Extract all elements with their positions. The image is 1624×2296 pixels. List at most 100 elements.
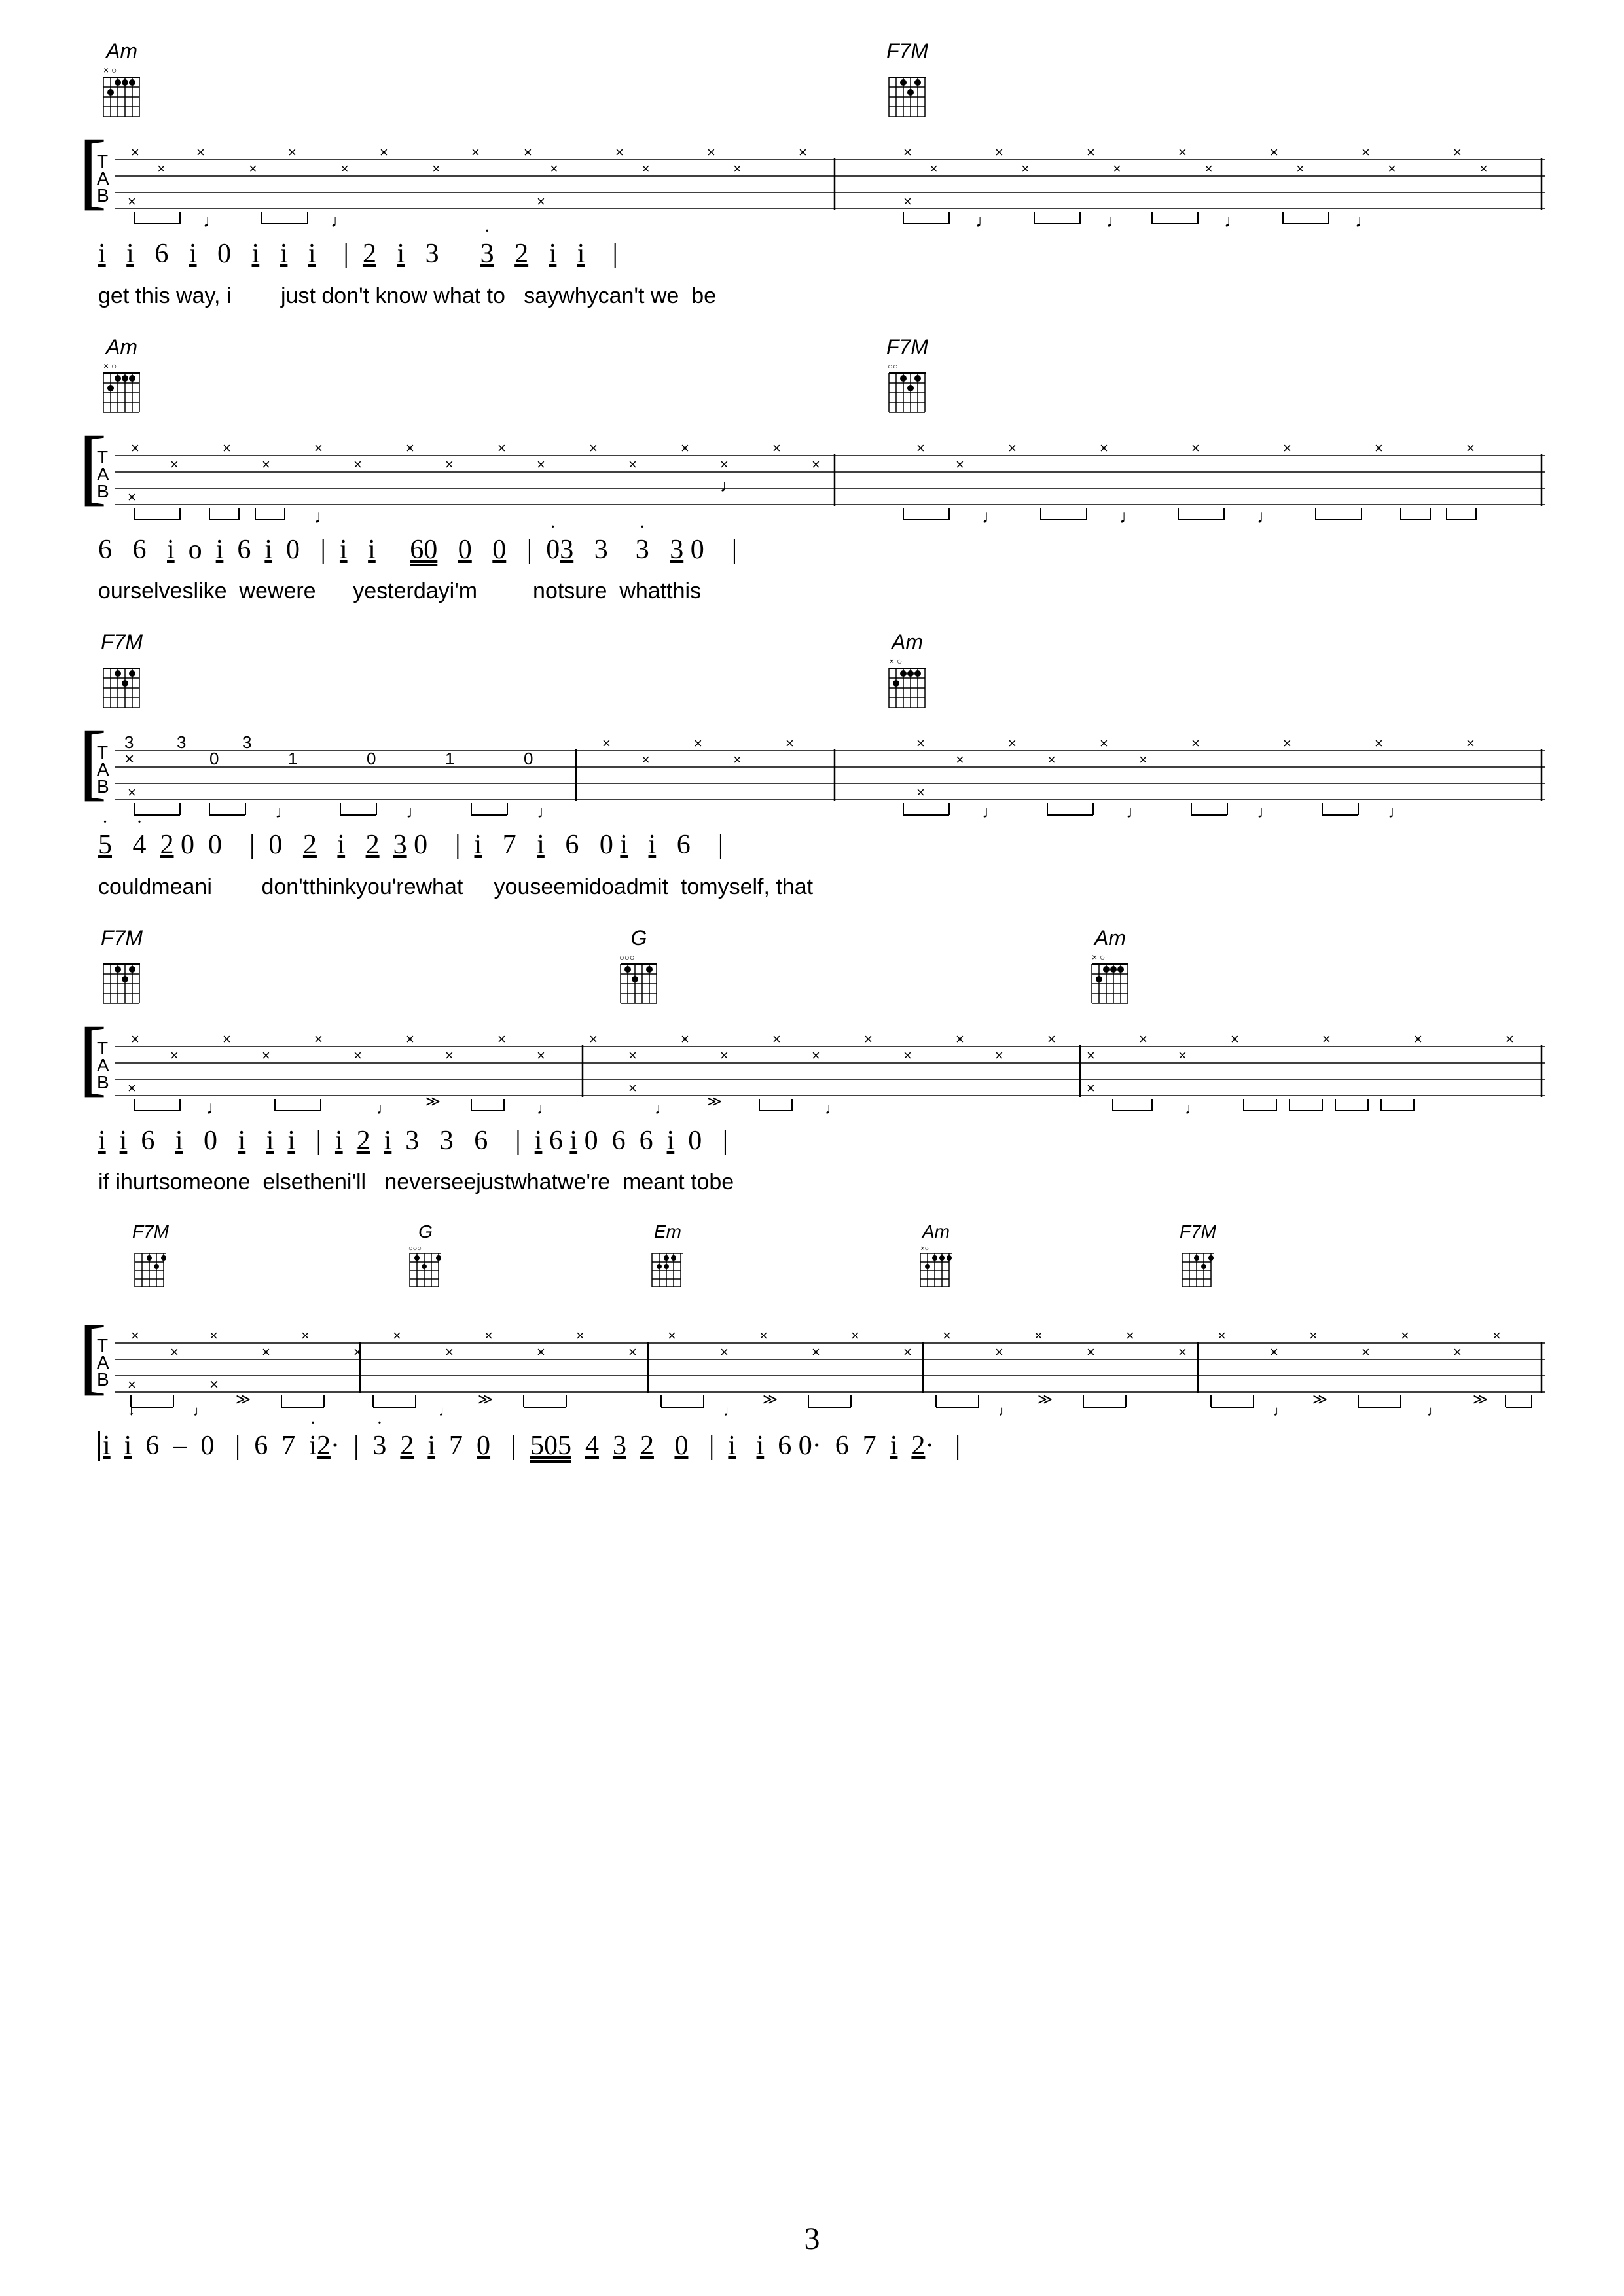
svg-text:○○○: ○○○	[619, 952, 635, 962]
chord-F7M-5b: F7M	[1178, 1221, 1218, 1295]
svg-text:♩: ♩	[275, 802, 293, 819]
svg-text:×: ×	[916, 784, 925, 800]
tab-staff-1: [ T A B × × × × × × × × × × × × × ×	[79, 127, 1545, 228]
svg-text:×: ×	[1100, 735, 1108, 751]
svg-text:B: B	[97, 481, 109, 501]
svg-text:×: ×	[1375, 440, 1383, 456]
svg-text:×: ×	[641, 751, 650, 768]
svg-text:×: ×	[432, 160, 441, 177]
notation-line-5: i i 6 – 0 | 6 7 i·2· | 3· 2 i 7 0 | 505 …	[79, 1422, 1545, 1471]
svg-text:♩: ♩	[406, 802, 424, 819]
svg-text:×: ×	[124, 749, 134, 768]
chord-Em-5: Em	[648, 1221, 687, 1295]
svg-text:×: ×	[589, 440, 598, 456]
svg-text:×: ×	[1178, 1344, 1187, 1360]
svg-text:×: ×	[916, 440, 925, 456]
svg-text:×: ×	[1283, 440, 1291, 456]
svg-text:×: ×	[445, 456, 454, 473]
notation-line-1: i i 6 i 0 i i i | 2 i 3 3· 2 i i |	[79, 230, 1545, 279]
svg-text:×: ×	[157, 160, 166, 177]
lyrics-line-2: ourselveslike wewere yesterdayi'm notsur…	[79, 579, 1545, 604]
chord-F7M-2: F7M ○○	[884, 335, 931, 420]
svg-text:×: ×	[1401, 1327, 1409, 1344]
svg-text:≫: ≫	[1473, 1391, 1488, 1407]
notation-line-2: 6 6 i o i 6 i 0 | i i 60 0 0 | 0·3 3 3· …	[79, 526, 1545, 575]
chord-name: F7M	[886, 39, 928, 63]
chord-name: Am	[106, 39, 137, 63]
chord-grid	[884, 65, 931, 124]
svg-text:×: ×	[380, 144, 388, 160]
lyrics-line-3: couldmeani don'tthinkyou'rewhat youseemi…	[79, 874, 1545, 900]
svg-text:×: ×	[1466, 735, 1475, 751]
svg-text:○○○: ○○○	[408, 1245, 422, 1253]
svg-text:×: ×	[262, 1047, 270, 1064]
svg-text:♩: ♩	[1224, 211, 1242, 228]
svg-text:×: ×	[550, 160, 558, 177]
svg-text:×: ×	[1087, 1047, 1095, 1064]
svg-text:×: ×	[1047, 1031, 1056, 1047]
svg-text:×: ×	[1204, 160, 1213, 177]
svg-text:×: ×	[889, 656, 894, 666]
svg-text:≫: ≫	[425, 1093, 441, 1109]
svg-text:×: ×	[1034, 1327, 1043, 1344]
svg-text:×: ×	[537, 1344, 545, 1360]
svg-text:×: ×	[1388, 160, 1396, 177]
svg-text:♩: ♩	[1119, 507, 1138, 524]
tab-staff-2: [ T A B × × × × × × × × × × × × × × × × …	[79, 423, 1545, 524]
svg-text:×: ×	[249, 160, 257, 177]
svg-text:×: ×	[314, 440, 323, 456]
svg-text:×: ×	[903, 1047, 912, 1064]
svg-text:○: ○	[1100, 952, 1105, 962]
section-5: F7M G	[79, 1221, 1545, 1471]
svg-text:×: ×	[1100, 440, 1108, 456]
svg-text:×: ×	[1453, 144, 1462, 160]
svg-text:×: ×	[103, 361, 109, 371]
svg-text:1: 1	[288, 749, 297, 768]
chord-Am-4: Am × ○	[1087, 926, 1134, 1011]
svg-text:×: ×	[131, 144, 139, 160]
svg-text:×: ×	[864, 1031, 873, 1047]
tab-staff-4: [ T A B × × × × × × × × × × × × × × × × …	[79, 1014, 1545, 1115]
svg-text:×: ×	[128, 489, 136, 505]
svg-text:♩: ♩	[1126, 802, 1144, 819]
svg-text:×: ×	[1453, 1344, 1462, 1360]
svg-text:×: ×	[903, 144, 912, 160]
svg-text:×: ×	[537, 1047, 545, 1064]
svg-text:♩: ♩	[998, 1403, 1013, 1419]
svg-text:1: 1	[445, 749, 454, 768]
svg-text:♩: ♩	[314, 507, 333, 524]
svg-text:♩: ♩	[1427, 1403, 1441, 1419]
svg-text:×: ×	[497, 1031, 506, 1047]
chord-Am-5: Am ×○	[916, 1221, 956, 1295]
svg-text:×: ×	[131, 1327, 139, 1344]
svg-text:×: ×	[128, 784, 136, 800]
svg-text:×: ×	[812, 1344, 820, 1360]
svg-text:×: ×	[288, 144, 297, 160]
svg-text:×: ×	[406, 1031, 414, 1047]
svg-text:♩: ♩	[825, 1101, 840, 1115]
svg-text:♩: ♩	[720, 476, 737, 495]
svg-text:×: ×	[262, 456, 270, 473]
section-4: F7M G	[79, 926, 1545, 1196]
svg-text:×: ×	[1113, 160, 1121, 177]
svg-text:○: ○	[111, 361, 117, 371]
svg-text:B: B	[97, 1369, 109, 1390]
section-1: Am × ○	[79, 39, 1545, 309]
svg-text:×: ×	[720, 1047, 729, 1064]
svg-text:×: ×	[301, 1327, 310, 1344]
section-2: Am × ○	[79, 335, 1545, 605]
svg-text:♩: ♩	[982, 507, 1000, 524]
svg-text:×: ×	[772, 440, 781, 456]
svg-text:×: ×	[497, 440, 506, 456]
lyrics-line-4: if ihurtsomeone elsetheni'll neverseejus…	[79, 1170, 1545, 1195]
svg-text:0: 0	[367, 749, 376, 768]
svg-text:○○: ○○	[888, 361, 898, 371]
page: Am × ○	[0, 0, 1624, 2296]
svg-text:×: ×	[209, 1327, 218, 1344]
svg-text:×: ×	[445, 1047, 454, 1064]
svg-text:♩: ♩	[723, 1403, 738, 1419]
tab-staff-3: [ T A B 3 3 3 × 0 1 0 1 0 × × × × × ×	[79, 718, 1545, 819]
svg-text:♩: ♩	[1257, 802, 1275, 819]
svg-text:×: ×	[812, 1047, 820, 1064]
svg-text:×: ×	[524, 144, 532, 160]
